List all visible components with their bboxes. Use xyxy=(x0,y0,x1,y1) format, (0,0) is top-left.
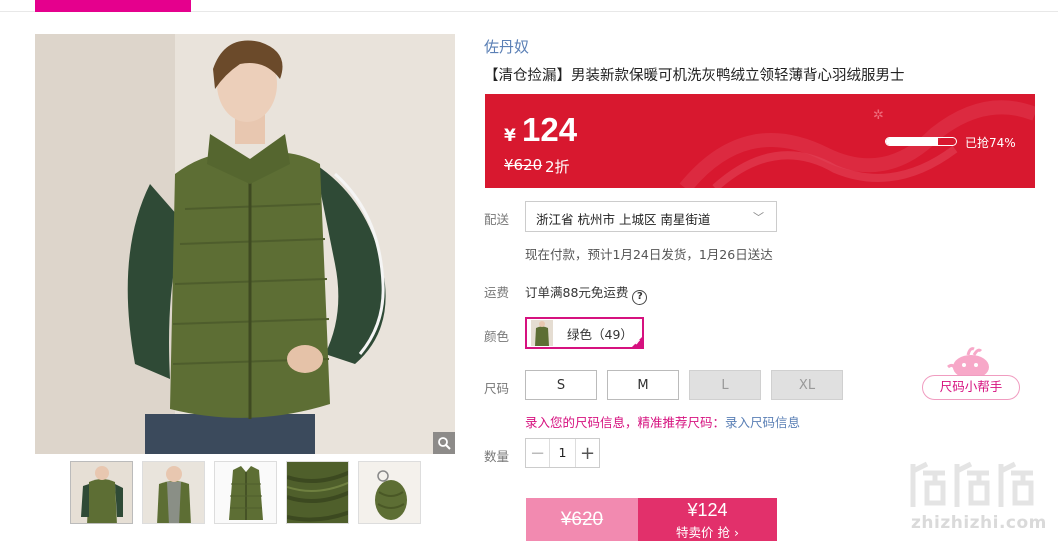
thumbnail-4[interactable] xyxy=(286,461,349,524)
size-tip-link[interactable]: 录入尺码信息 xyxy=(725,415,800,430)
buy-now-button[interactable]: ¥124 特卖价 抢 › xyxy=(638,498,777,541)
price-currency: ¥ xyxy=(504,126,516,146)
size-helper-label[interactable]: 尺码小帮手 xyxy=(922,375,1020,400)
thumbnail-3-image xyxy=(215,462,276,523)
help-icon[interactable]: ? xyxy=(632,290,648,305)
watermark: zhizhizhi.com xyxy=(905,459,1055,541)
sold-percent-label: 已抢74% xyxy=(965,136,1016,150)
delivery-label: 配送 xyxy=(484,212,510,227)
mascot-icon xyxy=(947,347,989,379)
original-price: ¥620 xyxy=(504,156,543,174)
size-option-l: L xyxy=(689,370,761,400)
decrement-button[interactable]: − xyxy=(526,439,550,467)
main-product-image[interactable] xyxy=(35,34,455,454)
original-price-button[interactable]: ¥620 xyxy=(526,498,638,541)
sold-progress-fill xyxy=(886,138,938,145)
size-option-m[interactable]: M xyxy=(607,370,679,400)
thumbnail-4-image xyxy=(287,462,348,523)
freight-text: 订单满88元免运费 xyxy=(525,285,629,300)
color-option-green[interactable]: 绿色（49） ✔ xyxy=(525,317,644,349)
size-tip: 录入您的尺码信息，精准推荐尺码：录入尺码信息 xyxy=(525,412,800,431)
check-icon: ✔ xyxy=(634,338,641,347)
buy-action-label: 特卖价 抢 › xyxy=(676,525,739,540)
increment-button[interactable]: + xyxy=(575,439,599,467)
product-photo xyxy=(35,34,455,454)
buy-price: ¥124 xyxy=(687,500,728,520)
thumbnail-5[interactable] xyxy=(358,461,421,524)
zoom-button[interactable] xyxy=(433,432,455,454)
product-title: 【清仓捡漏】男装新款保暖可机洗灰鸭绒立领轻薄背心羽绒服男士 xyxy=(484,68,905,84)
size-label: 尺码 xyxy=(484,381,510,396)
size-tip-text: 录入您的尺码信息，精准推荐尺码： xyxy=(525,415,726,430)
thumbnail-3[interactable] xyxy=(214,461,277,524)
price-banner: ✲ ¥ 124 ¥620 2折 已抢74% xyxy=(485,94,1035,188)
top-nav-active-tab[interactable] xyxy=(35,0,191,12)
chevron-down-icon: ﹀ xyxy=(753,211,764,224)
svg-text:✲: ✲ xyxy=(873,108,884,123)
quantity-value[interactable]: 1 xyxy=(550,439,575,467)
thumbnail-2-image xyxy=(143,462,204,523)
quantity-stepper: − 1 + xyxy=(525,438,600,468)
sold-progress-bar xyxy=(885,137,957,146)
current-price: 124 xyxy=(522,111,578,148)
size-option-xl: XL xyxy=(771,370,843,400)
freight-label: 运费 xyxy=(484,285,510,300)
freight-info: 订单满88元免运费? xyxy=(525,282,648,305)
discount-label: 2折 xyxy=(545,158,570,176)
thumbnail-strip xyxy=(70,461,421,524)
top-nav-bar xyxy=(0,0,1058,12)
size-helper-widget[interactable]: 尺码小帮手 xyxy=(922,345,1020,401)
color-option-label: 绿色（49） xyxy=(567,326,633,342)
color-label: 颜色 xyxy=(484,329,510,344)
thumbnail-1[interactable] xyxy=(70,461,133,524)
color-swatch xyxy=(531,320,553,346)
delivery-address-value: 浙江省 杭州市 上城区 南星街道 xyxy=(536,212,711,227)
shipping-estimate: 现在付款，预计1月24日发货，1月26日送达 xyxy=(525,247,773,262)
color-swatch-image xyxy=(531,320,553,346)
thumbnail-2[interactable] xyxy=(142,461,205,524)
magnifier-icon xyxy=(438,437,451,450)
watermark-text: zhizhizhi.com xyxy=(911,513,1047,533)
quantity-label: 数量 xyxy=(484,449,510,464)
thumbnail-1-image xyxy=(71,462,132,523)
size-option-s[interactable]: S xyxy=(525,370,597,400)
thumbnail-5-image xyxy=(359,462,420,523)
brand-link[interactable]: 佐丹奴 xyxy=(484,36,529,57)
delivery-address-select[interactable]: 浙江省 杭州市 上城区 南星街道 ﹀ xyxy=(525,201,777,232)
